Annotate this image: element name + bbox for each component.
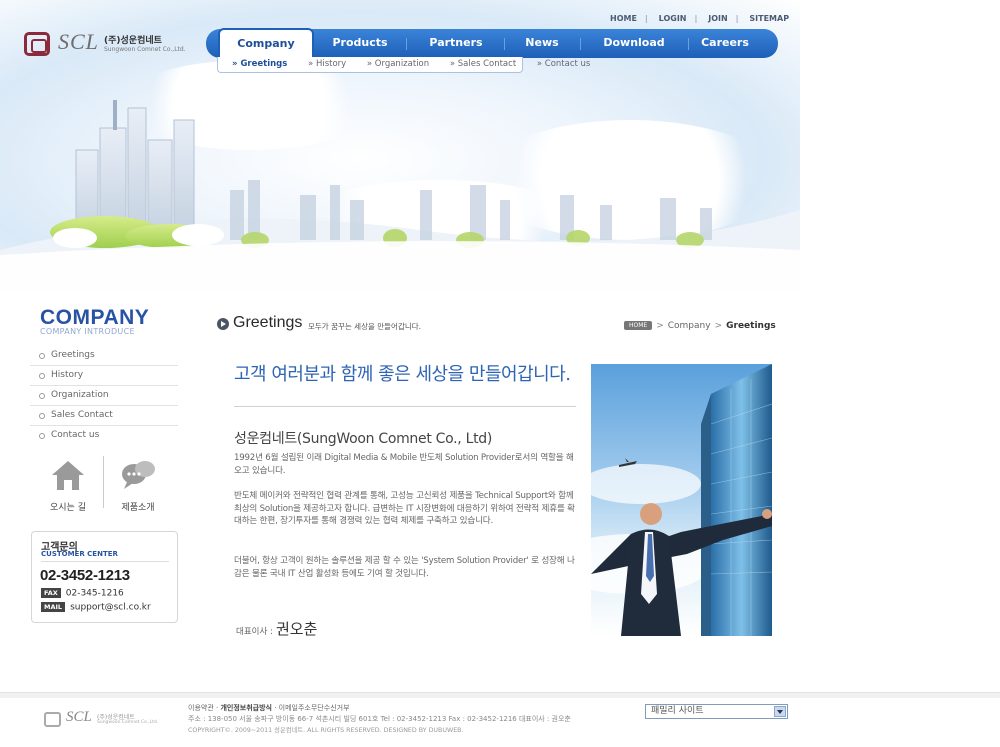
sidebar-item-organization[interactable]: Organization bbox=[30, 386, 178, 406]
home-icon bbox=[52, 461, 84, 490]
subnav-contact-us[interactable]: » Contact us bbox=[537, 59, 600, 69]
chat-bubbles-icon bbox=[122, 461, 155, 489]
subnav-history[interactable]: » History bbox=[308, 59, 355, 69]
util-home-link[interactable]: HOME bbox=[610, 14, 637, 23]
breadcrumb: HOME > Company > Greetings bbox=[624, 321, 776, 331]
sidebar-item-history[interactable]: History bbox=[30, 366, 178, 386]
divider bbox=[234, 406, 576, 407]
greeting-paragraph-1: 1992년 6월 설립된 이래 Digital Media & Mobile 반… bbox=[234, 453, 574, 476]
site-logo[interactable]: SCL (주)성운컴네트 Sungwoon Comnet Co.,Ltd. bbox=[24, 29, 194, 60]
footer-logo-text: SCL bbox=[66, 709, 92, 725]
footer-terms-link[interactable]: 이용약관 bbox=[188, 704, 214, 712]
mail-tag: MAIL bbox=[41, 602, 66, 612]
customer-center-subtitle: CUSTOMER CENTER bbox=[41, 550, 118, 558]
footer-address: 주소 : 138-050 서울 송파구 방이동 66-7 석촌시티 빌딩 601… bbox=[188, 715, 571, 723]
tab-products[interactable]: Products bbox=[318, 29, 402, 58]
sidebar-item-sales-contact[interactable]: Sales Contact bbox=[30, 406, 178, 426]
subnav-organization[interactable]: » Organization bbox=[367, 59, 438, 69]
footer-logo-english: Sungwoon Comnet Co.,Ltd. bbox=[97, 720, 159, 725]
main-nav: Company Products Partners News Download … bbox=[206, 28, 778, 59]
page-subtitle: 모두가 꿈꾸는 세상을 만들어갑니다. bbox=[308, 322, 422, 331]
title-arrow-icon bbox=[217, 318, 229, 330]
breadcrumb-current: Greetings bbox=[726, 321, 776, 331]
tab-download[interactable]: Download bbox=[582, 29, 686, 58]
footer-links: 이용약관 · 개인정보취급방식 · 이메일주소무단수신거부 bbox=[188, 704, 350, 712]
utility-nav: HOME | LOGIN | JOIN | SITEMAP bbox=[610, 14, 790, 23]
greeting-paragraph-2: 반도체 메이커와 전략적인 협력 관계를 통해, 고성능 고신뢰성 제품을 Te… bbox=[234, 491, 575, 526]
customer-mail-row: MAIL support@scl.co.kr bbox=[41, 602, 151, 613]
util-login-link[interactable]: LOGIN bbox=[659, 14, 687, 23]
ceo-signature: 권오춘 bbox=[276, 620, 318, 638]
businessman-photo bbox=[591, 364, 772, 636]
directions-button[interactable]: 오시는 길 bbox=[38, 456, 98, 516]
logo-mark-icon bbox=[24, 32, 50, 56]
footer-divider bbox=[0, 692, 1000, 698]
quick-links: 오시는 길 제품소개 bbox=[38, 456, 168, 518]
products-intro-label: 제품소개 bbox=[121, 503, 155, 513]
greeting-paragraph-3: 더불어, 항상 고객이 원하는 솔루션을 제공 할 수 있는 'System S… bbox=[234, 556, 575, 579]
sidebar-menu: Greetings History Organization Sales Con… bbox=[30, 346, 178, 446]
util-sitemap-link[interactable]: SITEMAP bbox=[749, 14, 789, 23]
directions-label: 오시는 길 bbox=[50, 503, 86, 513]
fax-tag: FAX bbox=[41, 588, 61, 598]
customer-phone: 02-3452-1213 bbox=[40, 567, 130, 584]
sidebar-item-contact-us[interactable]: Contact us bbox=[30, 426, 178, 446]
breadcrumb-home[interactable]: HOME bbox=[624, 321, 653, 330]
logo-text: SCL bbox=[58, 29, 99, 54]
logo-english-name: Sungwoon Comnet Co.,Ltd. bbox=[104, 46, 186, 53]
ceo-label: 대표이사 : bbox=[236, 627, 273, 637]
footer-privacy-link[interactable]: 개인정보취급방식 bbox=[220, 704, 272, 712]
tab-partners[interactable]: Partners bbox=[410, 29, 502, 58]
family-site-label: 패밀리 사이트 bbox=[651, 706, 704, 716]
tab-careers[interactable]: Careers bbox=[690, 29, 760, 58]
chevron-down-icon[interactable] bbox=[774, 706, 786, 717]
customer-fax: 02-345-1216 bbox=[65, 588, 124, 599]
subnav-greetings[interactable]: » Greetings bbox=[232, 59, 296, 69]
tab-news[interactable]: News bbox=[506, 29, 578, 58]
page-title: Greetings bbox=[233, 314, 303, 331]
footer-logo-mark-icon bbox=[44, 712, 61, 727]
family-site-select[interactable]: 패밀리 사이트 bbox=[645, 704, 788, 719]
subnav-sales-contact[interactable]: » Sales Contact bbox=[450, 59, 525, 69]
headline: 고객 여러분과 함께 좋은 세상을 만들어갑니다. bbox=[234, 364, 571, 385]
footer-copyright: COPYRIGHT©. 2009~2011 성운컴네트. ALL RIGHTS … bbox=[188, 727, 464, 734]
tab-company[interactable]: Company bbox=[218, 28, 314, 59]
logo-korean-name: (주)성운컴네트 bbox=[104, 36, 162, 46]
customer-fax-row: FAX 02-345-1216 bbox=[41, 588, 124, 599]
sub-nav: » Greetings » History » Organization » S… bbox=[217, 57, 590, 73]
footer-email-policy-link[interactable]: 이메일주소무단수신거부 bbox=[279, 704, 350, 712]
customer-center-box: 고객문의 CUSTOMER CENTER 02-3452-1213 FAX 02-… bbox=[31, 531, 178, 623]
breadcrumb-section[interactable]: Company bbox=[668, 321, 711, 331]
sidebar-item-greetings[interactable]: Greetings bbox=[30, 346, 178, 366]
products-intro-button[interactable]: 제품소개 bbox=[108, 456, 168, 516]
company-name: 성운컴네트(SungWoon Comnet Co., Ltd) bbox=[234, 431, 493, 447]
util-join-link[interactable]: JOIN bbox=[708, 14, 727, 23]
customer-email[interactable]: support@scl.co.kr bbox=[70, 603, 151, 613]
sidebar-subtitle: COMPANY INTRODUCE bbox=[40, 327, 135, 336]
